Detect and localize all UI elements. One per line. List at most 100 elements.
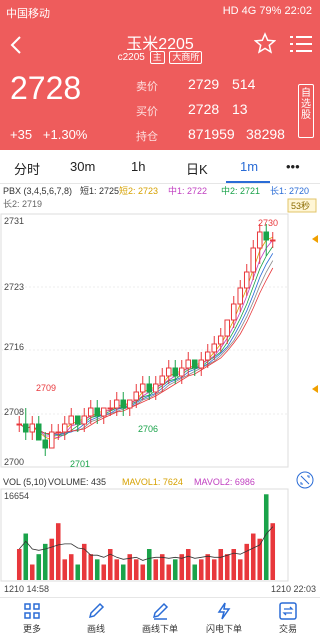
clock: 22:02 xyxy=(284,5,312,17)
candle-body xyxy=(94,407,101,417)
low-annotation: 2701 xyxy=(70,459,90,469)
main-contract-tag: 主 xyxy=(149,51,165,64)
legend-short2: 短2: 2723 xyxy=(119,185,158,196)
candle-body xyxy=(22,423,29,433)
volume-legend: VOL (5,10) VOLUME: 435 MAVOL1: 7624 MAVO… xyxy=(3,477,255,487)
pen-icon xyxy=(88,602,105,619)
open-interest-label: 持仓 xyxy=(136,131,158,143)
status-right: HD 4G 79% 22:02 xyxy=(223,5,312,17)
favorite-star-icon[interactable] xyxy=(254,32,276,54)
candle-body xyxy=(42,439,49,449)
bottom-toolbar: 更多 画线 画线下单 闪电下单 交易 xyxy=(0,597,320,641)
volume-indicator-name: VOL (5,10) xyxy=(3,477,47,487)
candle-body xyxy=(113,399,120,409)
trade-button[interactable]: 交易 xyxy=(256,602,320,635)
volume-bar xyxy=(55,523,61,580)
volume-bar xyxy=(68,554,74,580)
volume-bar xyxy=(211,559,217,580)
exchange-icon xyxy=(279,602,297,620)
carrier-label: 中国移动 xyxy=(6,8,50,20)
volume-bar xyxy=(140,564,146,580)
grid-menu-icon xyxy=(24,603,40,619)
volume-bar xyxy=(192,564,198,580)
candle-body xyxy=(243,271,250,289)
candle-body xyxy=(35,423,42,441)
bid-price: 2728 xyxy=(188,101,220,117)
kline-chart[interactable]: PBX (3,4,5,6,7,8) 短1: 2725 短2: 2723 中1: … xyxy=(0,184,320,582)
candle-body xyxy=(165,367,172,377)
candle-body xyxy=(100,407,107,417)
candle-body xyxy=(81,415,88,425)
volume-value: VOLUME: 435 xyxy=(48,477,106,487)
candle-body xyxy=(120,399,127,409)
watchlist-button[interactable]: 自选股 xyxy=(298,84,314,138)
network-indicator: HD 4G xyxy=(222,5,257,17)
volume-bar xyxy=(114,559,120,580)
tab-1h[interactable]: 1h xyxy=(131,159,145,174)
volume-bar xyxy=(23,533,29,580)
tab-timeshare[interactable]: 分时 xyxy=(14,159,40,178)
volume-bar xyxy=(270,523,276,580)
candle-body xyxy=(217,335,224,345)
volume-bar xyxy=(185,549,191,580)
candle-body xyxy=(55,431,62,434)
ask-price: 2729 xyxy=(188,76,220,92)
ask-volume: 514 xyxy=(232,76,256,92)
menu-list-icon[interactable] xyxy=(290,34,312,54)
ma-line xyxy=(19,246,274,436)
scroll-marker-icon xyxy=(312,385,318,393)
more-label: 更多 xyxy=(22,624,41,634)
candle-body xyxy=(107,407,114,410)
trade-label: 交易 xyxy=(278,624,297,634)
last-price: 2728 xyxy=(10,70,82,106)
candle-body xyxy=(126,399,133,409)
flash-order-button[interactable]: 闪电下单 xyxy=(192,602,256,635)
tab-30m[interactable]: 30m xyxy=(70,159,95,174)
volume-bar xyxy=(16,549,22,580)
candle-body xyxy=(146,383,153,393)
volume-bar xyxy=(218,549,224,580)
tab-more[interactable]: ••• xyxy=(286,159,300,174)
change-value: +35 xyxy=(10,127,33,142)
candle-body xyxy=(139,383,146,393)
price-tick: 2708 xyxy=(4,407,24,417)
candle-body xyxy=(185,359,192,369)
candle-body xyxy=(211,343,218,353)
candle-body xyxy=(172,367,179,377)
candle-body xyxy=(256,231,263,249)
candle-body xyxy=(152,383,159,393)
volume-bar xyxy=(49,538,55,580)
time-start-label: 1210 14:58 xyxy=(4,584,50,594)
exchange-tag: 大商所 xyxy=(169,51,203,64)
status-bar: 中国移动 HD 4G 79% 22:02 xyxy=(0,0,320,24)
tab-daily-k[interactable]: 日K xyxy=(186,159,208,178)
volume-bar xyxy=(133,559,139,580)
open-interest-value: 871959 xyxy=(188,126,235,142)
indicator-name: PBX (3,4,5,6,7,8) xyxy=(3,186,72,196)
tab-1m[interactable]: 1m xyxy=(240,159,258,174)
candle-body xyxy=(237,287,244,305)
candle-body xyxy=(269,239,276,242)
volume-bar xyxy=(101,564,107,580)
high-annotation: 2730 xyxy=(258,218,278,228)
candle-body xyxy=(87,407,94,417)
candle-body xyxy=(48,431,55,449)
volume-bar xyxy=(166,564,172,580)
time-end-label: 1210 22:03 xyxy=(270,584,316,594)
legend-mid2: 中2: 2721 xyxy=(221,185,260,196)
price-tick: 2731 xyxy=(4,216,24,226)
price-tick: 2716 xyxy=(4,342,24,352)
ma-line xyxy=(19,267,274,435)
volume-bar xyxy=(224,554,230,580)
candle-body xyxy=(230,303,237,321)
volume-bar xyxy=(172,559,178,580)
ask-label: 卖价 xyxy=(136,81,158,93)
volume-bar xyxy=(88,554,94,580)
more-button[interactable]: 更多 xyxy=(0,602,64,635)
draw-line-button[interactable]: 画线 xyxy=(64,602,128,635)
lightning-icon xyxy=(217,602,231,620)
candle-body xyxy=(68,415,75,425)
volume-bar xyxy=(198,559,204,580)
volume-bar xyxy=(146,549,152,580)
chart-order-button[interactable]: 画线下单 xyxy=(128,602,192,635)
